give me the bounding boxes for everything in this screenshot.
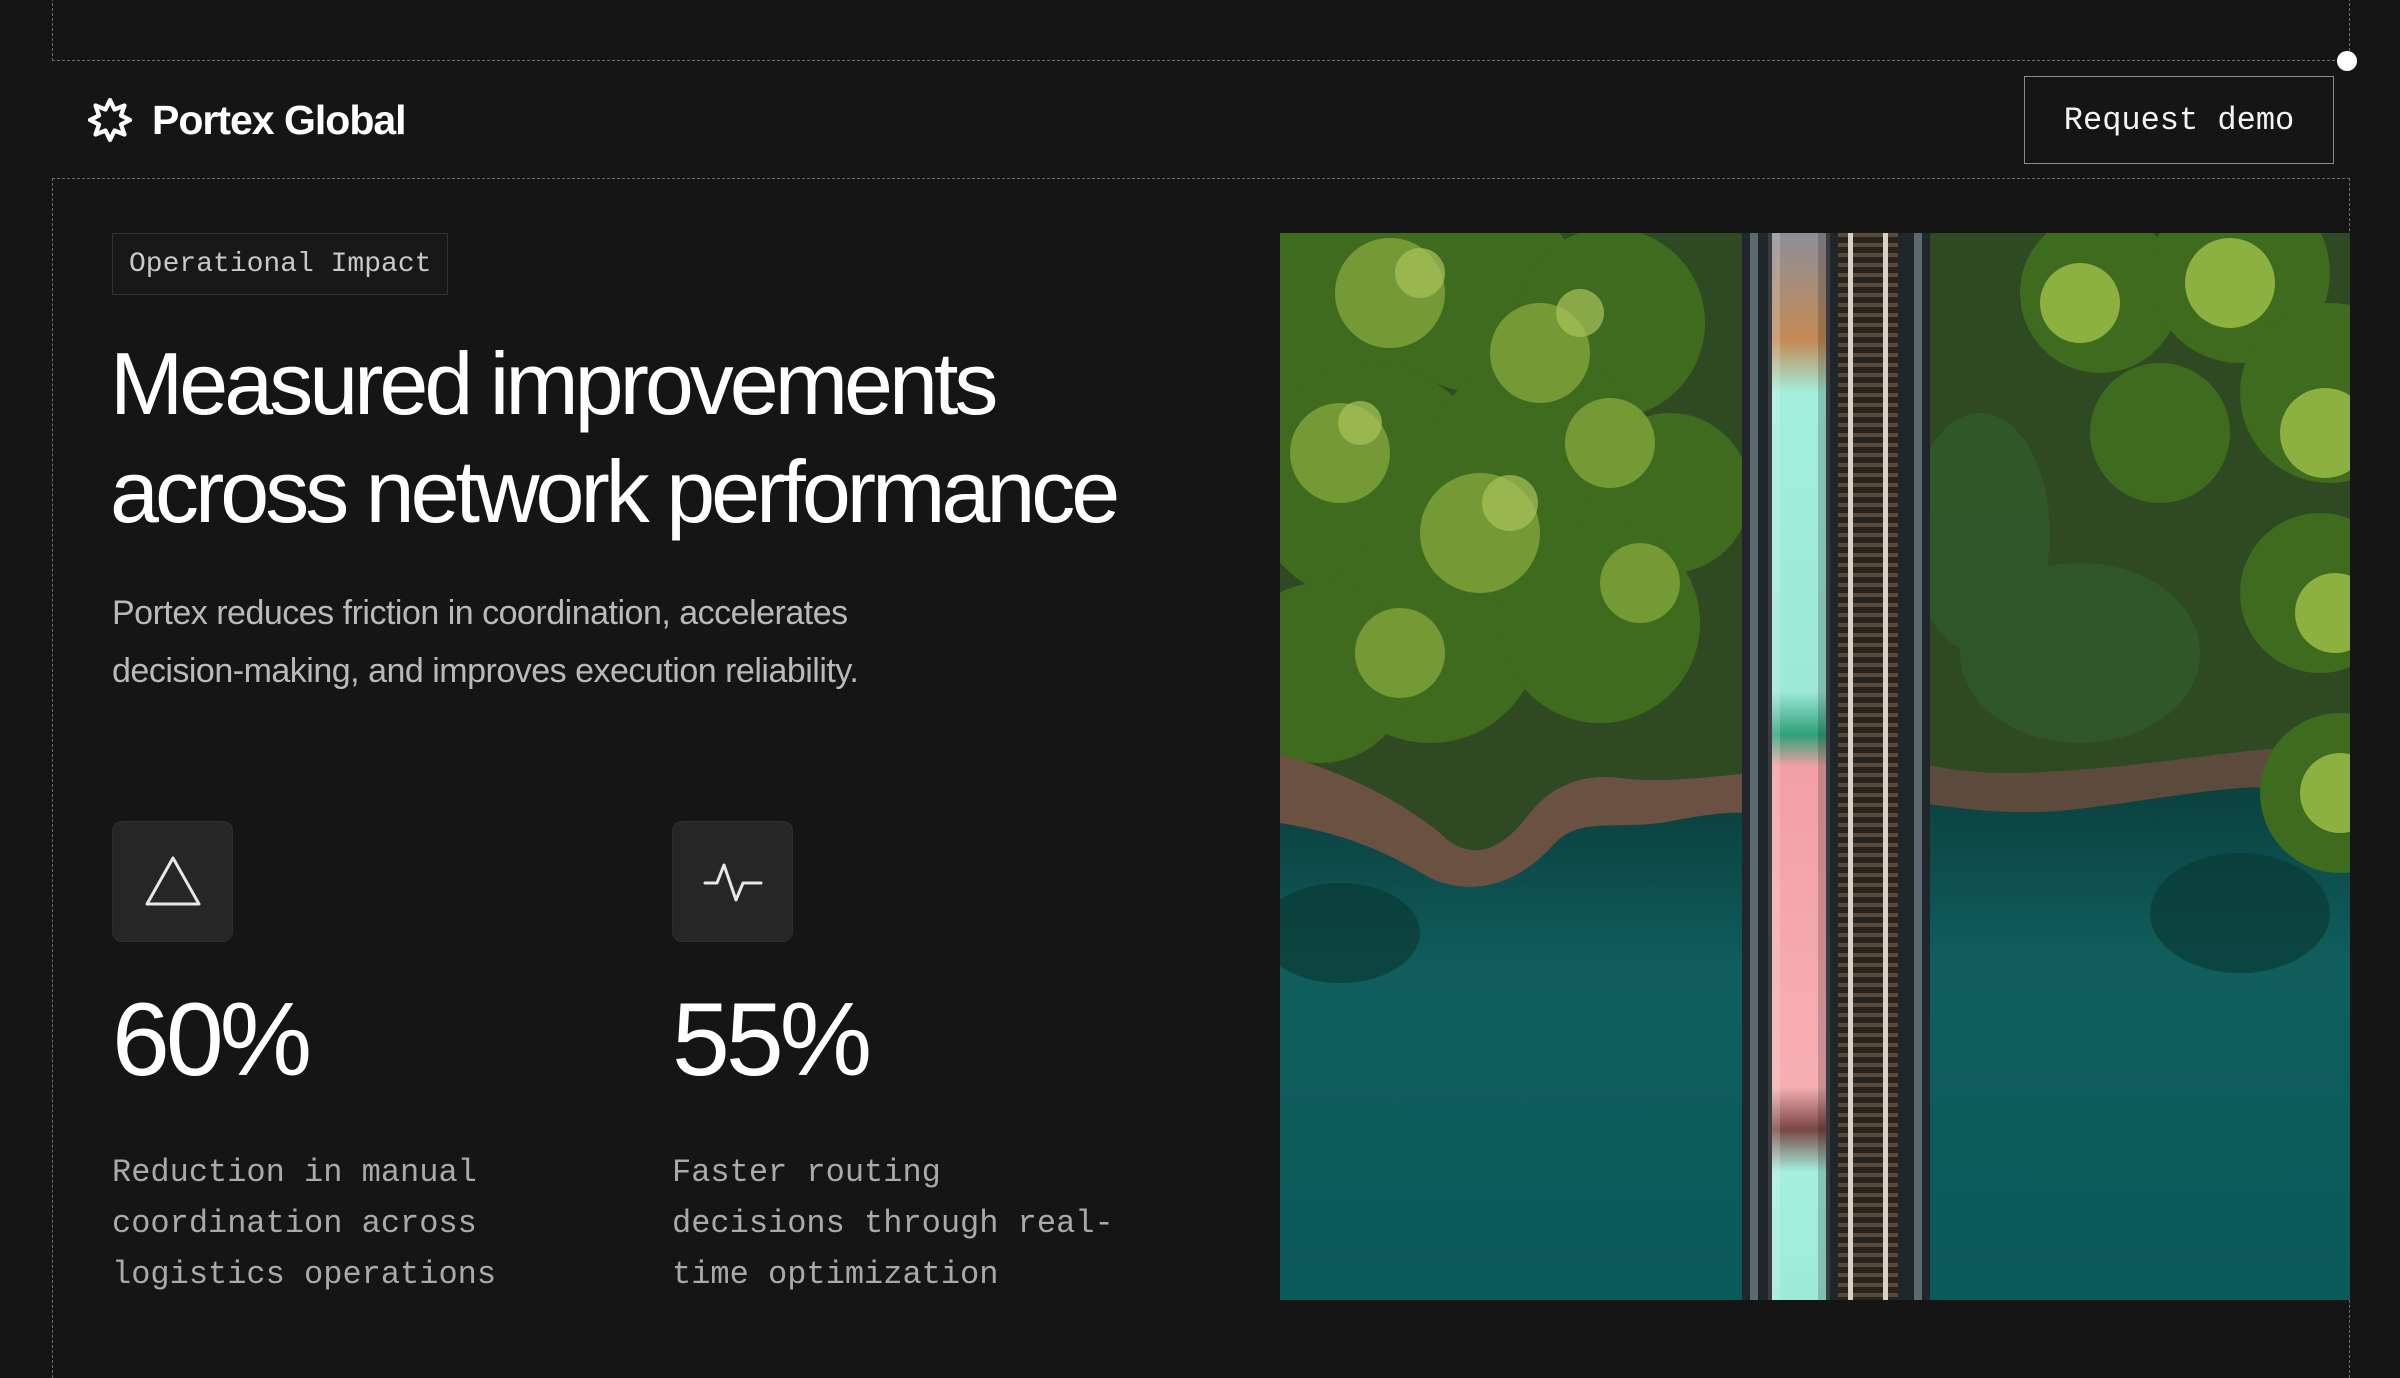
stat-2-value: 55%	[672, 982, 872, 1098]
stat-1-value: 60%	[112, 982, 312, 1098]
triangle-icon	[145, 856, 200, 905]
headline-line-1: Measured improvements	[110, 334, 998, 433]
page-headline: Measured improvements across network per…	[110, 330, 1260, 546]
stat-2-desc-line-1: Faster routing	[672, 1154, 941, 1191]
brand-logo-icon	[87, 97, 133, 143]
brand-name: Portex Global	[152, 96, 407, 143]
header-frame	[52, 0, 2350, 61]
stat-2-description: Faster routing decisions through real- t…	[672, 1147, 1132, 1300]
subtext-line-1: Portex reduces friction in coordination,…	[112, 594, 848, 632]
stat-1-desc-line-3: logistics operations	[112, 1256, 497, 1293]
hero-subtext: Portex reduces friction in coordination,…	[112, 584, 1042, 700]
stat-1-icon-tile	[112, 821, 233, 942]
request-demo-button[interactable]: Request demo	[2024, 76, 2334, 164]
pulse-icon	[703, 863, 762, 901]
stat-2-icon-tile	[672, 821, 793, 942]
stat-1-desc-line-1: Reduction in manual	[112, 1154, 477, 1191]
stat-2-desc-line-2: decisions through real-	[672, 1205, 1114, 1242]
section-tag: Operational Impact	[112, 233, 449, 295]
stat-2-desc-line-3: time optimization	[672, 1256, 999, 1293]
subtext-line-2: decision-making, and improves execution …	[112, 652, 859, 690]
frame-corner-dot	[2337, 51, 2357, 71]
aerial-train-bridge-image	[1280, 233, 2350, 1300]
stat-1-desc-line-2: coordination across	[112, 1205, 477, 1242]
headline-line-2: across network performance	[110, 442, 1120, 541]
brand[interactable]: Portex Global	[86, 94, 407, 146]
stat-1-description: Reduction in manual coordination across …	[112, 1147, 572, 1300]
